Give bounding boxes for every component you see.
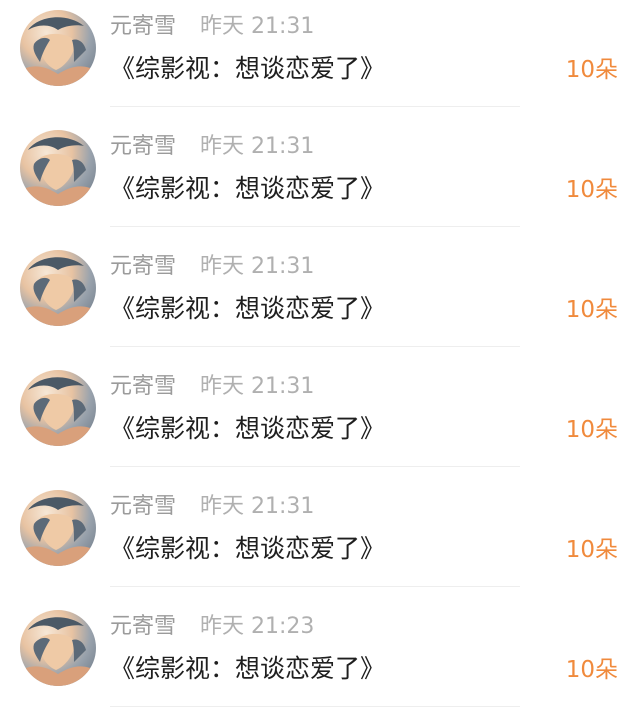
work-title[interactable]: 《综影视：想谈恋爱了》 <box>110 414 385 444</box>
divider <box>110 586 520 587</box>
gift-amount: 10朵 <box>565 297 618 323</box>
user-name[interactable]: 元寄雪 <box>110 254 176 280</box>
gift-amount: 10朵 <box>565 417 618 443</box>
user-name[interactable]: 元寄雪 <box>110 14 176 40</box>
work-title[interactable]: 《综影视：想谈恋爱了》 <box>110 174 385 204</box>
list-item[interactable]: 元寄雪 昨天 21:31 《综影视：想谈恋爱了》 10朵 <box>0 0 640 120</box>
timestamp: 昨天 21:31 <box>200 374 315 399</box>
user-name[interactable]: 元寄雪 <box>110 614 176 640</box>
timestamp: 昨天 21:31 <box>200 134 315 159</box>
list-item[interactable]: 元寄雪 昨天 21:31 《综影视：想谈恋爱了》 10朵 <box>0 240 640 360</box>
gift-record-list: 元寄雪 昨天 21:31 《综影视：想谈恋爱了》 10朵 元寄雪 昨天 21:3… <box>0 0 640 722</box>
divider <box>110 706 520 707</box>
list-item[interactable]: 元寄雪 昨天 21:31 《综影视：想谈恋爱了》 10朵 <box>0 360 640 480</box>
timestamp: 昨天 21:23 <box>200 614 315 639</box>
list-item[interactable]: 元寄雪 昨天 21:31 《综影视：想谈恋爱了》 10朵 <box>0 480 640 600</box>
gift-amount: 10朵 <box>565 537 618 563</box>
user-name[interactable]: 元寄雪 <box>110 134 176 160</box>
divider <box>110 346 520 347</box>
user-avatar[interactable] <box>20 10 96 86</box>
gift-amount: 10朵 <box>565 657 618 683</box>
user-avatar[interactable] <box>20 490 96 566</box>
user-name[interactable]: 元寄雪 <box>110 374 176 400</box>
timestamp: 昨天 21:31 <box>200 14 315 39</box>
timestamp: 昨天 21:31 <box>200 494 315 519</box>
list-item[interactable]: 元寄雪 昨天 21:31 《综影视：想谈恋爱了》 10朵 <box>0 120 640 240</box>
timestamp: 昨天 21:31 <box>200 254 315 279</box>
work-title[interactable]: 《综影视：想谈恋爱了》 <box>110 294 385 324</box>
divider <box>110 106 520 107</box>
user-avatar[interactable] <box>20 610 96 686</box>
work-title[interactable]: 《综影视：想谈恋爱了》 <box>110 534 385 564</box>
user-avatar[interactable] <box>20 370 96 446</box>
gift-amount: 10朵 <box>565 57 618 83</box>
work-title[interactable]: 《综影视：想谈恋爱了》 <box>110 54 385 84</box>
divider <box>110 466 520 467</box>
work-title[interactable]: 《综影视：想谈恋爱了》 <box>110 654 385 684</box>
list-item[interactable]: 元寄雪 昨天 21:23 《综影视：想谈恋爱了》 10朵 <box>0 600 640 720</box>
divider <box>110 226 520 227</box>
user-avatar[interactable] <box>20 250 96 326</box>
user-avatar[interactable] <box>20 130 96 206</box>
user-name[interactable]: 元寄雪 <box>110 494 176 520</box>
gift-amount: 10朵 <box>565 177 618 203</box>
